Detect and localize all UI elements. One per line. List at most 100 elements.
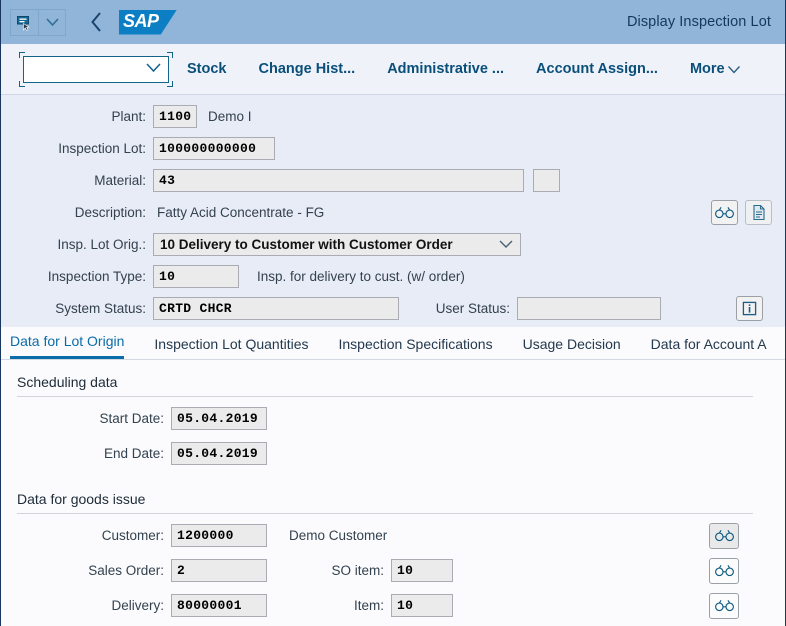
focus-corner-tl xyxy=(19,51,25,58)
so-item-label: SO item: xyxy=(331,563,384,578)
inspection-lot-label: Inspection Lot: xyxy=(58,141,146,156)
delivery-input[interactable]: 80000001 xyxy=(171,594,267,617)
field-row-status: System Status: CRTD CHCR User Status: xyxy=(1,295,785,322)
sales-order-label: Sales Order: xyxy=(88,563,164,578)
lot-origin-value: 10 Delivery to Customer with Customer Or… xyxy=(160,237,453,252)
scheduling-data-group: Scheduling data Start Date: 05.04.2019 E… xyxy=(1,374,785,467)
toolbar-item-account-assignment[interactable]: Account Assign... xyxy=(536,61,658,77)
toolbar-item-change-history[interactable]: Change Hist... xyxy=(259,61,356,77)
field-row-plant: Plant: 1100 Demo I xyxy=(1,103,785,130)
tab-content-panel: Scheduling data Start Date: 05.04.2019 E… xyxy=(1,360,785,626)
binoculars-icon[interactable] xyxy=(711,200,738,225)
tab-label: Usage Decision xyxy=(522,336,621,352)
item-input[interactable]: 10 xyxy=(391,594,453,617)
chevron-down-icon xyxy=(498,237,514,252)
goods-issue-group: Data for goods issue Customer: 1200000 D… xyxy=(1,491,785,619)
binoculars-icon[interactable] xyxy=(709,557,739,584)
toolbar-item-label: Account Assign... xyxy=(536,61,658,77)
toolbar-item-label: Administrative ... xyxy=(387,61,505,77)
inspection-type-label: Inspection Type: xyxy=(47,269,146,284)
material-value-help-button[interactable] xyxy=(533,169,560,192)
toolbar-item-stock[interactable]: Stock xyxy=(187,61,227,77)
field-row-customer: Customer: 1200000 Demo Customer xyxy=(1,522,785,549)
plant-input[interactable]: 1100 xyxy=(153,105,197,128)
customer-label: Customer: xyxy=(101,528,164,543)
system-status-input[interactable]: CRTD CHCR xyxy=(153,297,399,320)
tab-label: Data for Lot Origin xyxy=(10,333,125,349)
field-row-delivery: Delivery: 80000001 Item: 10 xyxy=(1,592,785,619)
toolbar-combobox-wrapper xyxy=(19,51,173,87)
binoculars-icon[interactable] xyxy=(709,592,739,619)
sap-application-window: SAP Display Inspection Lot Stock Change … xyxy=(0,0,786,626)
start-date-input[interactable]: 05.04.2019 xyxy=(171,407,267,430)
field-row-material: Material: 43 xyxy=(1,167,785,194)
focus-corner-br xyxy=(167,80,173,87)
sap-logo[interactable]: SAP xyxy=(119,9,177,35)
plant-label: Plant: xyxy=(111,109,146,124)
plant-description: Demo I xyxy=(208,109,252,124)
page-title: Display Inspection Lot xyxy=(626,14,771,30)
field-row-inspection-type: Inspection Type: 10 Insp. for delivery t… xyxy=(1,263,785,290)
document-icon[interactable] xyxy=(745,200,772,225)
field-row-lot-origin: Insp. Lot Orig.: 10 Delivery to Customer… xyxy=(1,231,785,258)
material-label: Material: xyxy=(94,173,146,188)
start-date-label: Start Date: xyxy=(99,411,164,426)
chevron-down-icon xyxy=(727,61,741,77)
system-status-label: System Status: xyxy=(55,301,146,316)
back-navigation-icon[interactable] xyxy=(85,8,107,36)
tab-label: Inspection Lot Quantities xyxy=(154,336,309,352)
shell-header-bar: SAP Display Inspection Lot xyxy=(1,0,785,44)
tab-usage-decision[interactable]: Usage Decision xyxy=(523,336,621,359)
description-label: Description: xyxy=(74,205,146,220)
inspection-lot-header-form: Plant: 1100 Demo I Inspection Lot: 10000… xyxy=(1,95,785,327)
field-row-start-date: Start Date: 05.04.2019 xyxy=(1,405,785,432)
field-row-sales-order: Sales Order: 2 SO item: 10 xyxy=(1,557,785,584)
binoculars-icon[interactable] xyxy=(709,522,739,549)
tab-inspection-lot-quantities[interactable]: Inspection Lot Quantities xyxy=(154,336,308,359)
delivery-label: Delivery: xyxy=(111,598,164,613)
tab-data-for-lot-origin[interactable]: Data for Lot Origin xyxy=(10,333,125,359)
message-cursor-icon[interactable] xyxy=(11,10,38,35)
user-status-label: User Status: xyxy=(435,301,510,316)
toolbar-combobox[interactable] xyxy=(23,55,169,83)
item-label: Item: xyxy=(353,598,384,613)
lot-origin-label: Insp. Lot Orig.: xyxy=(57,237,146,252)
toolbar-item-label: Change Hist... xyxy=(258,61,356,77)
tab-bar: Data for Lot Origin Inspection Lot Quant… xyxy=(1,327,785,360)
inspection-lot-input[interactable]: 100000000000 xyxy=(153,137,275,160)
toolbar-item-administrative[interactable]: Administrative ... xyxy=(387,61,504,77)
toolbar-item-label: Stock xyxy=(187,61,227,77)
lot-origin-select[interactable]: 10 Delivery to Customer with Customer Or… xyxy=(153,233,521,256)
so-item-input[interactable]: 10 xyxy=(391,559,453,582)
scheduling-section-title: Scheduling data xyxy=(17,374,118,390)
info-icon[interactable] xyxy=(736,296,763,321)
goods-issue-section-title: Data for goods issue xyxy=(17,491,146,507)
shell-icon-group xyxy=(10,8,66,36)
tab-label: Inspection Specifications xyxy=(338,336,493,352)
section-divider xyxy=(17,513,753,514)
customer-input[interactable]: 1200000 xyxy=(171,524,267,547)
sales-order-input[interactable]: 2 xyxy=(171,559,267,582)
toolbar-item-label: More xyxy=(689,61,725,77)
description-value: Fatty Acid Concentrate - FG xyxy=(157,205,325,220)
end-date-input[interactable]: 05.04.2019 xyxy=(171,442,267,465)
customer-description: Demo Customer xyxy=(289,528,388,543)
action-toolbar: Stock Change Hist... Administrative ... … xyxy=(1,44,785,95)
user-status-input[interactable] xyxy=(517,297,661,320)
field-row-inspection-lot: Inspection Lot: 100000000000 xyxy=(1,135,785,162)
chevron-down-icon[interactable] xyxy=(38,9,65,35)
toolbar-item-more[interactable]: More xyxy=(690,61,741,77)
field-row-end-date: End Date: 05.04.2019 xyxy=(1,440,785,467)
tab-data-for-account-assignment[interactable]: Data for Account A xyxy=(651,336,767,359)
inspection-type-input[interactable]: 10 xyxy=(153,265,239,288)
end-date-label: End Date: xyxy=(103,446,164,461)
tab-label: Data for Account A xyxy=(650,336,767,352)
material-input[interactable]: 43 xyxy=(153,169,524,192)
focus-corner-tr xyxy=(167,51,173,58)
focus-corner-bl xyxy=(19,80,25,87)
tab-inspection-specifications[interactable]: Inspection Specifications xyxy=(339,336,493,359)
chevron-down-icon xyxy=(145,60,162,78)
section-divider xyxy=(17,396,753,397)
sap-logo-text: SAP xyxy=(123,10,159,31)
field-row-description: Description: Fatty Acid Concentrate - FG xyxy=(1,199,785,226)
